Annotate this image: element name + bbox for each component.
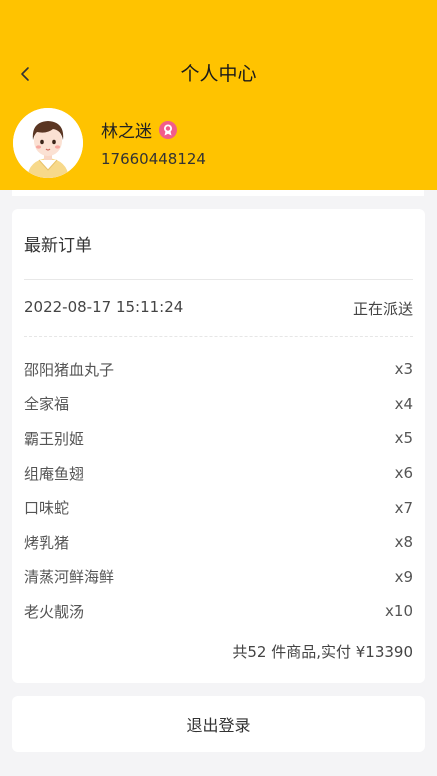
logout-button[interactable]: 退出登录 [12,696,425,752]
divider-dashed [24,336,413,337]
item-name: 霸王别姬 [24,429,85,448]
item-name: 邵阳猪血丸子 [24,360,115,379]
item-qty: x9 [394,567,413,586]
user-name-row: 林之迷 [101,117,178,142]
list-item: 组庵鱼翅 x6 [24,456,413,491]
order-time: 2022-08-17 15:11:24 [24,298,184,316]
item-name: 烤乳猪 [24,533,70,552]
user-name: 林之迷 [101,122,152,142]
order-summary: 共52 件商品,实付 ¥13390 [232,643,413,661]
item-qty: x6 [394,464,413,483]
list-item: 清蒸河鲜海鲜 x9 [24,560,413,595]
award-badge-icon [159,120,177,139]
header-bottom-strip [12,190,424,196]
divider [24,279,413,280]
item-name: 全家福 [24,395,70,414]
list-item: 烤乳猪 x8 [24,525,413,560]
list-item: 口味蛇 x7 [24,490,413,525]
item-qty: x4 [394,394,413,413]
item-qty: x5 [394,429,413,448]
item-name: 清蒸河鲜海鲜 [24,568,115,587]
item-qty: x7 [394,498,413,517]
item-qty: x10 [385,602,413,621]
item-name: 老火靓汤 [24,602,85,621]
item-qty: x3 [394,360,413,379]
latest-order-card: 最新订单 2022-08-17 15:11:24 正在派送 邵阳猪血丸子 x3 … [12,209,425,683]
avatar-illustration-icon [13,108,83,178]
page-title: 个人中心 [180,63,257,85]
avatar[interactable] [13,108,83,178]
item-name: 组庵鱼翅 [24,464,85,483]
header-bar: 个人中心 林之迷 17660448124 [0,0,437,190]
list-item: 邵阳猪血丸子 x3 [24,352,413,387]
user-phone: 17660448124 [101,150,206,168]
item-qty: x8 [394,533,413,552]
section-title: 最新订单 [24,236,92,256]
list-item: 老火靓汤 x10 [24,594,413,629]
list-item: 霸王别姬 x5 [24,421,413,456]
list-item: 全家福 x4 [24,387,413,422]
order-item-list: 邵阳猪血丸子 x3 全家福 x4 霸王别姬 x5 组庵鱼翅 x6 口味蛇 x7 … [24,352,413,629]
item-name: 口味蛇 [24,499,70,518]
order-status: 正在派送 [352,300,413,318]
